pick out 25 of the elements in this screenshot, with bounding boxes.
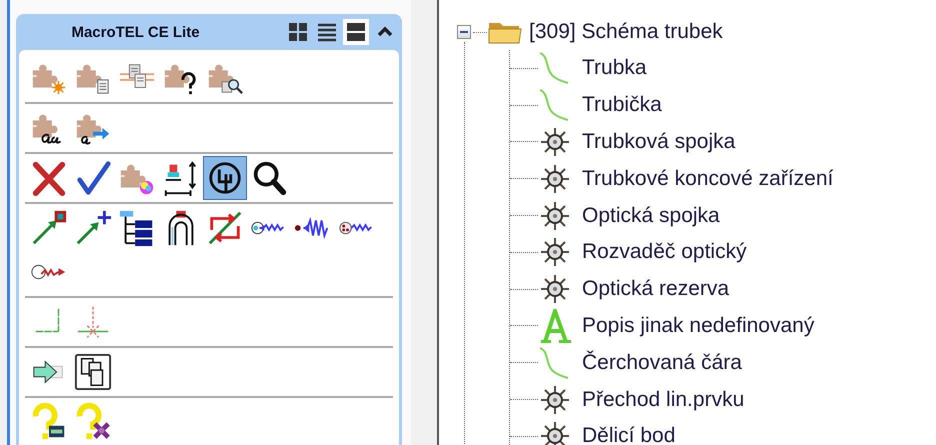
- collapse-button[interactable]: [377, 26, 393, 38]
- question-flower-icon: [74, 402, 112, 442]
- tree-item[interactable]: Dělicí bod: [582, 424, 676, 445]
- tool-button[interactable]: [203, 156, 247, 200]
- tree-item[interactable]: Popis jinak nedefinovaný: [582, 314, 814, 338]
- grid-view-icon: [288, 22, 308, 42]
- tree-item[interactable]: Trubka: [582, 56, 647, 80]
- tree-item[interactable]: Trubková spojka: [582, 130, 736, 154]
- windows-frame-icon: [74, 352, 112, 392]
- sun-icon: [538, 419, 572, 445]
- list-view-icon: [317, 22, 337, 42]
- collapse-toggle[interactable]: [457, 25, 471, 39]
- detail-view-icon: [346, 22, 366, 42]
- tree-item[interactable]: Trubkové koncové zařízení: [582, 166, 834, 191]
- tree-item[interactable]: Trubička: [582, 93, 662, 118]
- letter-a-icon: [538, 308, 572, 343]
- chevron-up-icon: [377, 26, 393, 38]
- view-mode-button[interactable]: [343, 19, 369, 45]
- tree-item[interactable]: Optická spojka: [582, 204, 720, 228]
- tree-item[interactable]: Optická rezerva: [582, 277, 730, 302]
- tree-item[interactable]: [309] Schéma trubek: [529, 20, 723, 44]
- tree-item[interactable]: Přechod lin.prvku: [582, 388, 744, 412]
- panel-title: MacroTEL CE Lite: [70, 24, 201, 40]
- tree-item[interactable]: Čerchovaná čára: [582, 350, 742, 375]
- tree-item[interactable]: Rozvaděč optický: [582, 240, 747, 264]
